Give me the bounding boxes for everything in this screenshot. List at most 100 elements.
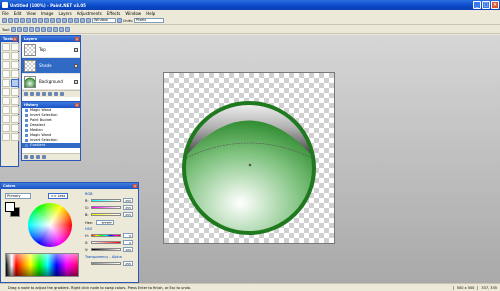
red-slider[interactable] (91, 199, 121, 202)
move-tool-icon[interactable] (11, 52, 19, 60)
less-button[interactable]: << Less (48, 193, 68, 199)
red-value[interactable]: 255 (123, 198, 133, 203)
colors-close-icon[interactable]: × (133, 184, 137, 188)
undo-icon[interactable] (56, 18, 61, 23)
ellipse-tool-icon[interactable] (2, 133, 10, 141)
ruler-icon[interactable] (117, 18, 122, 23)
move-selection-tool-icon[interactable] (11, 43, 19, 51)
add-layer-icon[interactable] (24, 92, 28, 96)
reflected-gradient-icon[interactable] (22, 27, 28, 32)
paintbrush-tool-icon[interactable] (2, 88, 10, 96)
zoom-out-icon[interactable] (80, 18, 85, 23)
linear-gradient-icon[interactable] (16, 27, 22, 32)
color-picker-tool-icon[interactable] (11, 97, 19, 105)
new-icon[interactable] (2, 18, 7, 23)
color-mode-icon[interactable] (46, 27, 52, 32)
diamond-gradient-icon[interactable] (28, 27, 34, 32)
magic-wand-tool-icon[interactable] (2, 70, 10, 78)
window-select[interactable]: Window (92, 18, 116, 23)
layer-visible-checkbox[interactable]: ✓ (74, 47, 78, 52)
tools-close-icon[interactable]: × (13, 37, 17, 41)
hue-slider[interactable] (91, 234, 121, 237)
blue-value[interactable]: 255 (123, 212, 133, 217)
color-palette[interactable] (5, 253, 79, 277)
transparency-mode-icon[interactable] (52, 27, 58, 32)
blend-mode-icon[interactable] (64, 27, 70, 32)
eraser-tool-icon[interactable] (2, 97, 10, 105)
zoom-tool-icon[interactable] (11, 61, 19, 69)
green-slider[interactable] (91, 206, 121, 209)
zoom-icon[interactable] (74, 18, 79, 23)
hue-value[interactable]: 0 (123, 233, 133, 238)
rounded-rect-tool-icon[interactable] (11, 124, 19, 132)
move-layer-up-icon[interactable] (48, 92, 52, 96)
menu-edit[interactable]: Edit (14, 11, 22, 16)
redo-icon[interactable] (62, 18, 67, 23)
units-select[interactable]: Pixels (134, 18, 165, 23)
grid-icon[interactable] (68, 18, 73, 23)
fast-forward-icon[interactable] (42, 155, 46, 159)
layer-visible-checkbox[interactable]: ✓ (74, 79, 78, 84)
paint-bucket-tool-icon[interactable] (2, 79, 10, 87)
gradient-tool-icon[interactable] (10, 27, 16, 32)
crop-icon[interactable] (44, 18, 49, 23)
radial-gradient-icon[interactable] (34, 27, 40, 32)
gradient-tool-icon[interactable] (11, 79, 19, 87)
image-canvas[interactable] (163, 72, 335, 244)
actual-size-icon[interactable] (86, 18, 91, 23)
pan-tool-icon[interactable] (11, 70, 19, 78)
clone-stamp-tool-icon[interactable] (2, 106, 10, 114)
color-wheel[interactable] (28, 203, 72, 247)
print-icon[interactable] (20, 18, 25, 23)
conical-gradient-icon[interactable] (40, 27, 46, 32)
layer-row-background[interactable]: Background ✓ (22, 74, 80, 90)
green-value[interactable]: 255 (123, 205, 133, 210)
recolor-tool-icon[interactable] (11, 106, 19, 114)
menu-view[interactable]: View (26, 11, 36, 16)
menu-file[interactable]: File (2, 11, 9, 16)
rewind-icon[interactable] (24, 155, 28, 159)
layer-row-top[interactable]: Top ✓ (22, 42, 80, 58)
saturation-value[interactable]: 0 (123, 240, 133, 245)
line-tool-icon[interactable] (11, 115, 19, 123)
redo-history-icon[interactable] (36, 155, 40, 159)
open-icon[interactable] (8, 18, 13, 23)
move-layer-down-icon[interactable] (54, 92, 58, 96)
menu-help[interactable]: Help (146, 11, 155, 16)
lasso-tool-icon[interactable] (2, 52, 10, 60)
alpha-value[interactable]: 255 (123, 261, 133, 266)
merge-layer-icon[interactable] (42, 92, 46, 96)
paste-icon[interactable] (38, 18, 43, 23)
saturation-slider[interactable] (91, 241, 121, 244)
layers-close-icon[interactable]: × (75, 37, 79, 41)
history-close-icon[interactable]: × (75, 103, 79, 107)
color-mode-select[interactable]: Primary (5, 193, 31, 199)
copy-icon[interactable] (32, 18, 37, 23)
ellipse-select-tool-icon[interactable] (2, 61, 10, 69)
menu-image[interactable]: Image (41, 11, 54, 16)
cut-icon[interactable] (26, 18, 31, 23)
menu-adjustments[interactable]: Adjustments (77, 11, 102, 16)
layer-row-shade[interactable]: Shade ✓ (22, 58, 80, 74)
primary-color-swatch[interactable] (5, 202, 15, 212)
save-icon[interactable] (14, 18, 19, 23)
blue-slider[interactable] (91, 213, 121, 216)
freeform-tool-icon[interactable] (11, 133, 19, 141)
hex-input[interactable]: FFFFFF (95, 220, 114, 225)
pencil-tool-icon[interactable] (11, 88, 19, 96)
maximize-button[interactable]: □ (482, 1, 490, 9)
menu-effects[interactable]: Effects (107, 11, 121, 16)
menu-layers[interactable]: Layers (58, 11, 71, 16)
layer-visible-checkbox[interactable]: ✓ (74, 63, 78, 68)
rectangle-tool-icon[interactable] (2, 124, 10, 132)
value-slider[interactable] (91, 248, 121, 251)
menu-window[interactable]: Window (125, 11, 141, 16)
gradient-node[interactable] (248, 163, 252, 167)
deselect-icon[interactable] (50, 18, 55, 23)
close-button[interactable]: × (491, 1, 499, 9)
layer-properties-icon[interactable] (60, 92, 64, 96)
minimize-button[interactable]: _ (473, 1, 481, 9)
text-tool-icon[interactable] (2, 115, 10, 123)
history-item[interactable]: Gradient (22, 143, 80, 148)
delete-layer-icon[interactable] (30, 92, 34, 96)
